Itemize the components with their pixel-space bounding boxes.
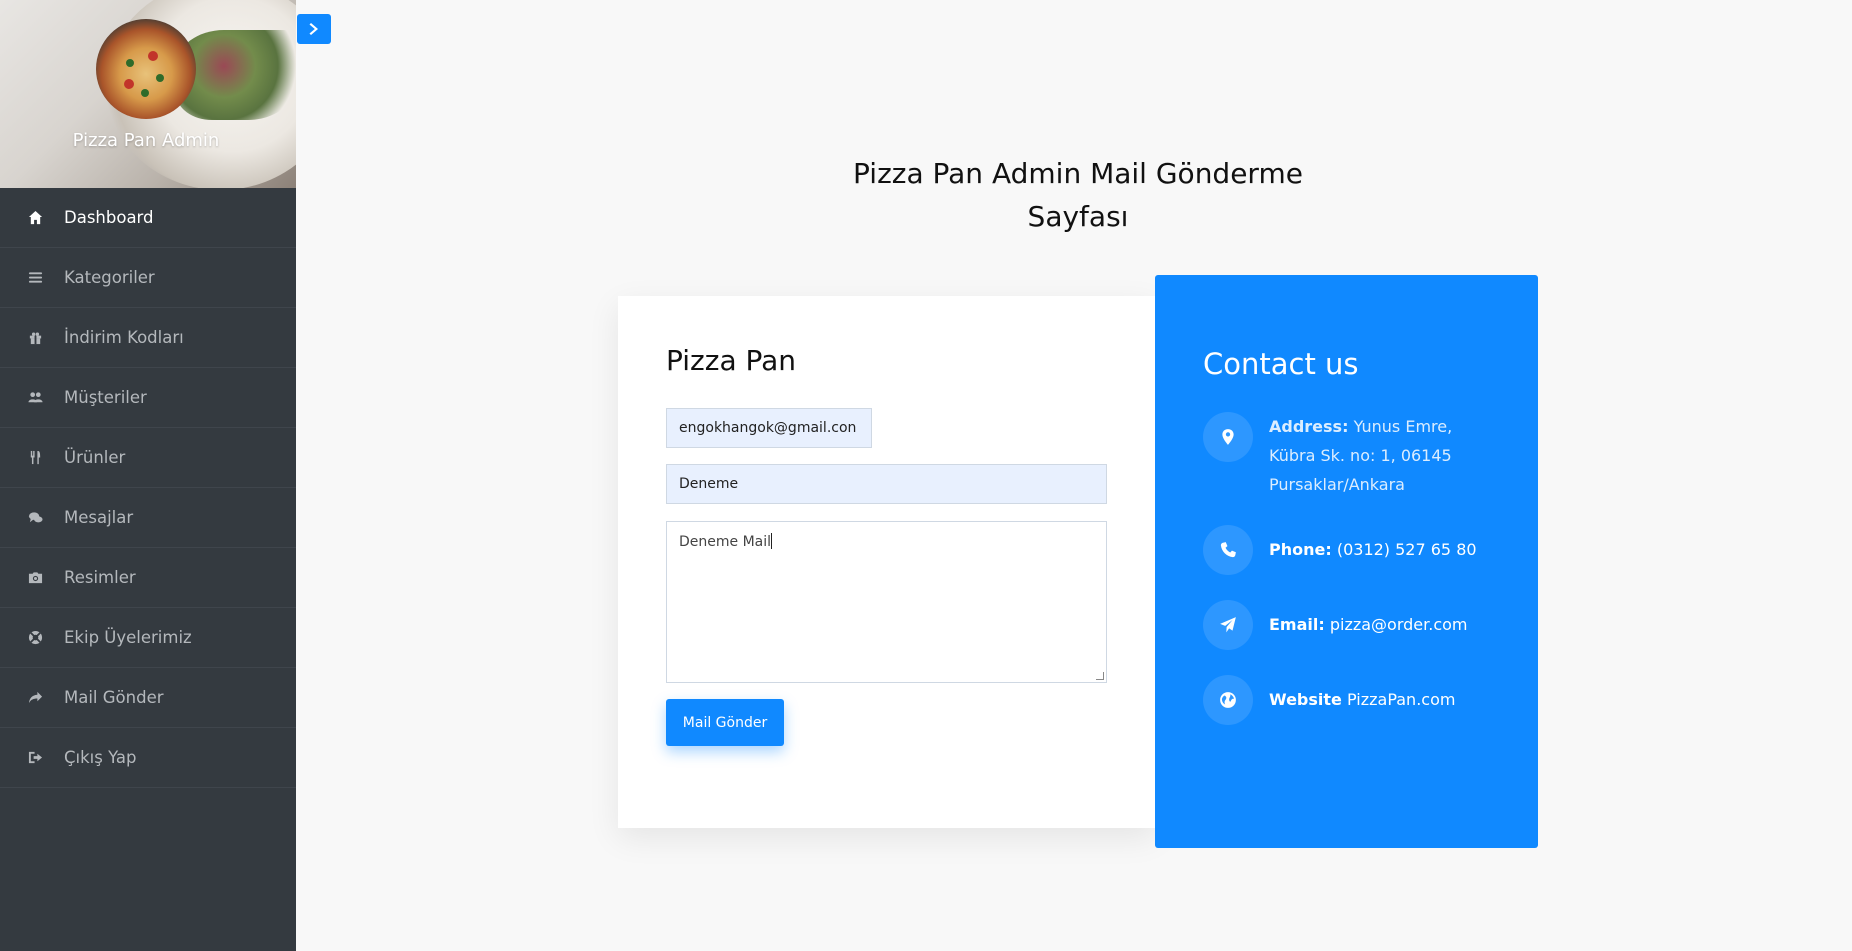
sidebar-item-urunler[interactable]: Ürünler xyxy=(0,428,296,488)
sidebar-brand: Pizza Pan Admin xyxy=(72,130,220,151)
share-icon xyxy=(26,689,44,707)
address-line2: Kübra Sk. no: 1, 06145 xyxy=(1269,446,1452,465)
comments-icon xyxy=(26,509,44,527)
sidebar-item-label: Çıkış Yap xyxy=(64,748,137,767)
sidebar-header: Pizza Pan Admin xyxy=(0,0,296,188)
address-line3: Pursaklar/Ankara xyxy=(1269,475,1405,494)
sidebar-item-label: Ekip Üyelerimiz xyxy=(64,628,192,647)
address-label: Address: xyxy=(1269,417,1349,436)
sidebar-item-label: Mesajlar xyxy=(64,508,134,527)
cutlery-icon xyxy=(26,449,44,467)
mail-form-card: Pizza Pan engokhangok@gmail.con Deneme D… xyxy=(618,296,1156,828)
website-label: Website xyxy=(1269,690,1342,709)
lifebuoy-icon xyxy=(26,629,44,647)
contact-email: Email: pizza@order.com xyxy=(1203,600,1503,650)
send-mail-button[interactable]: Mail Gönder xyxy=(666,699,784,746)
sidebar-item-label: Müşteriler xyxy=(64,388,147,407)
chevron-right-icon xyxy=(309,23,318,35)
phone-icon xyxy=(1203,525,1253,575)
sidebar-item-musteriler[interactable]: Müşteriler xyxy=(0,368,296,428)
camera-icon xyxy=(26,569,44,587)
sign-out-icon xyxy=(26,749,44,767)
page-title-line1: Pizza Pan Admin Mail Gönderme xyxy=(853,157,1303,190)
sidebar-item-label: Resimler xyxy=(64,568,136,587)
sidebar-item-label: İndirim Kodları xyxy=(64,328,184,347)
sidebar: Pizza Pan Admin Dashboard Kategoriler İn… xyxy=(0,0,296,951)
contact-title: Contact us xyxy=(1203,347,1359,381)
phone-label: Phone: xyxy=(1269,540,1332,559)
contact-address: Address: Yunus Emre, Kübra Sk. no: 1, 06… xyxy=(1203,412,1503,499)
email-value[interactable]: pizza@order.com xyxy=(1325,615,1468,634)
gift-icon xyxy=(26,329,44,347)
sidebar-nav: Dashboard Kategoriler İndirim Kodları Mü… xyxy=(0,188,296,788)
sidebar-item-cikis-yap[interactable]: Çıkış Yap xyxy=(0,728,296,788)
users-icon xyxy=(26,389,44,407)
page-title: Pizza Pan Admin Mail Gönderme Sayfası xyxy=(820,152,1336,238)
subject-field[interactable]: Deneme xyxy=(666,464,1107,504)
form-title: Pizza Pan xyxy=(666,344,797,377)
sidebar-item-ekip-uyelerimiz[interactable]: Ekip Üyelerimiz xyxy=(0,608,296,668)
sidebar-item-resimler[interactable]: Resimler xyxy=(0,548,296,608)
text-caret xyxy=(771,533,773,549)
sidebar-item-kategoriler[interactable]: Kategoriler xyxy=(0,248,296,308)
sidebar-toggle-button[interactable] xyxy=(297,14,331,44)
contact-phone: Phone: (0312) 527 65 80 xyxy=(1203,525,1503,575)
sidebar-item-label: Ürünler xyxy=(64,448,126,467)
sidebar-item-indirim-kodlari[interactable]: İndirim Kodları xyxy=(0,308,296,368)
page-title-line2: Sayfası xyxy=(1027,200,1129,233)
email-label: Email: xyxy=(1269,615,1325,634)
address-line1: Yunus Emre, xyxy=(1348,417,1453,436)
avatar xyxy=(96,19,196,119)
list-icon xyxy=(26,269,44,287)
sidebar-item-label: Mail Gönder xyxy=(64,688,164,707)
sidebar-item-label: Kategoriler xyxy=(64,268,155,287)
sidebar-item-label: Dashboard xyxy=(64,208,154,227)
sidebar-item-mail-gonder[interactable]: Mail Gönder xyxy=(0,668,296,728)
website-value[interactable]: PizzaPan.com xyxy=(1342,690,1455,709)
globe-icon xyxy=(1203,675,1253,725)
resize-handle[interactable] xyxy=(1096,672,1104,680)
contact-panel: Contact us Address: Yunus Emre, Kübra Sk… xyxy=(1155,275,1538,848)
sidebar-item-mesajlar[interactable]: Mesajlar xyxy=(0,488,296,548)
message-text: Deneme Mail xyxy=(679,534,772,550)
email-field[interactable]: engokhangok@gmail.con xyxy=(666,408,872,448)
message-textarea[interactable]: Deneme Mail xyxy=(666,521,1107,683)
map-marker-icon xyxy=(1203,412,1253,462)
phone-value[interactable]: (0312) 527 65 80 xyxy=(1332,540,1477,559)
contact-website: Website PizzaPan.com xyxy=(1203,675,1503,725)
paper-plane-icon xyxy=(1203,600,1253,650)
home-icon xyxy=(26,209,44,227)
sidebar-item-dashboard[interactable]: Dashboard xyxy=(0,188,296,248)
